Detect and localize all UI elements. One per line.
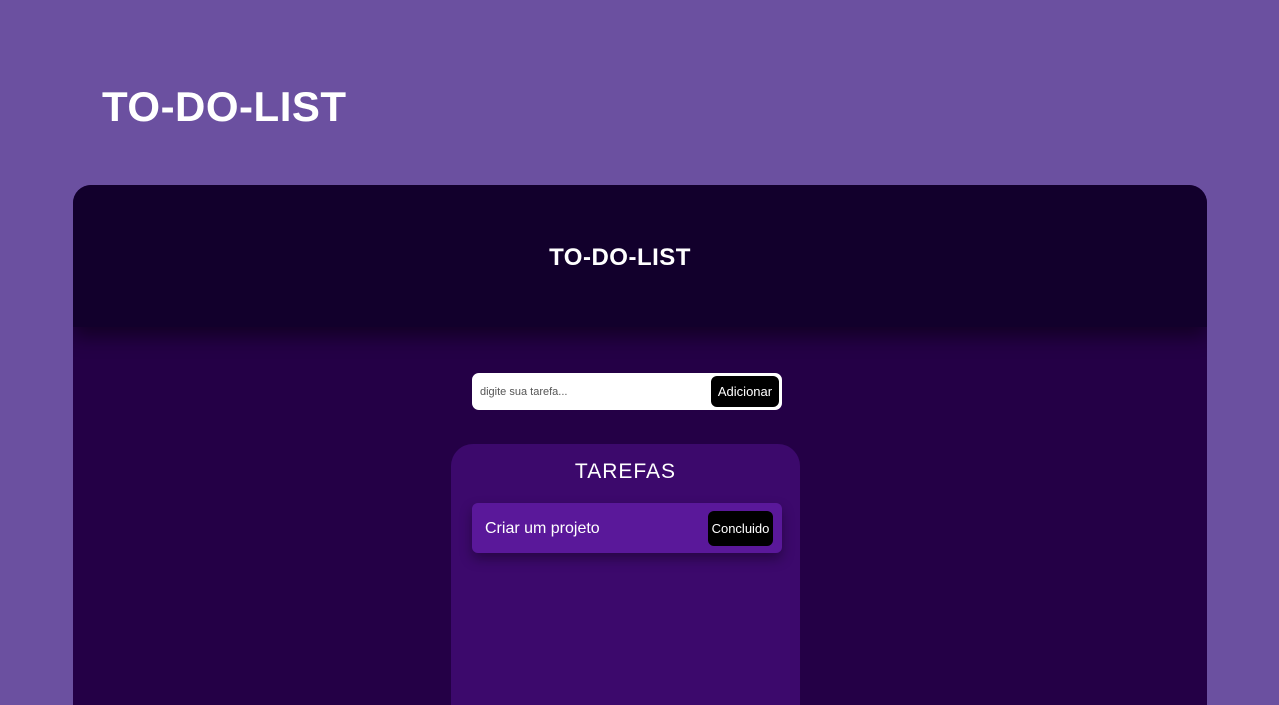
complete-task-button[interactable]: Concluido [708, 511, 773, 546]
tasks-panel: TAREFAS Criar um projeto Concluido [451, 444, 800, 705]
task-form: Adicionar [472, 373, 782, 410]
task-text: Criar um projeto [485, 520, 600, 537]
task-input[interactable] [480, 378, 706, 405]
task-item: Criar um projeto Concluido [472, 503, 782, 553]
add-button[interactable]: Adicionar [711, 376, 779, 407]
page-title: TO-DO-LIST [102, 83, 347, 130]
app-header: TO-DO-LIST [73, 185, 1207, 327]
app-window: TO-DO-LIST Adicionar TAREFAS Criar um pr… [73, 185, 1207, 705]
tasks-title: TAREFAS [574, 460, 677, 483]
app-header-title: TO-DO-LIST [549, 244, 691, 271]
